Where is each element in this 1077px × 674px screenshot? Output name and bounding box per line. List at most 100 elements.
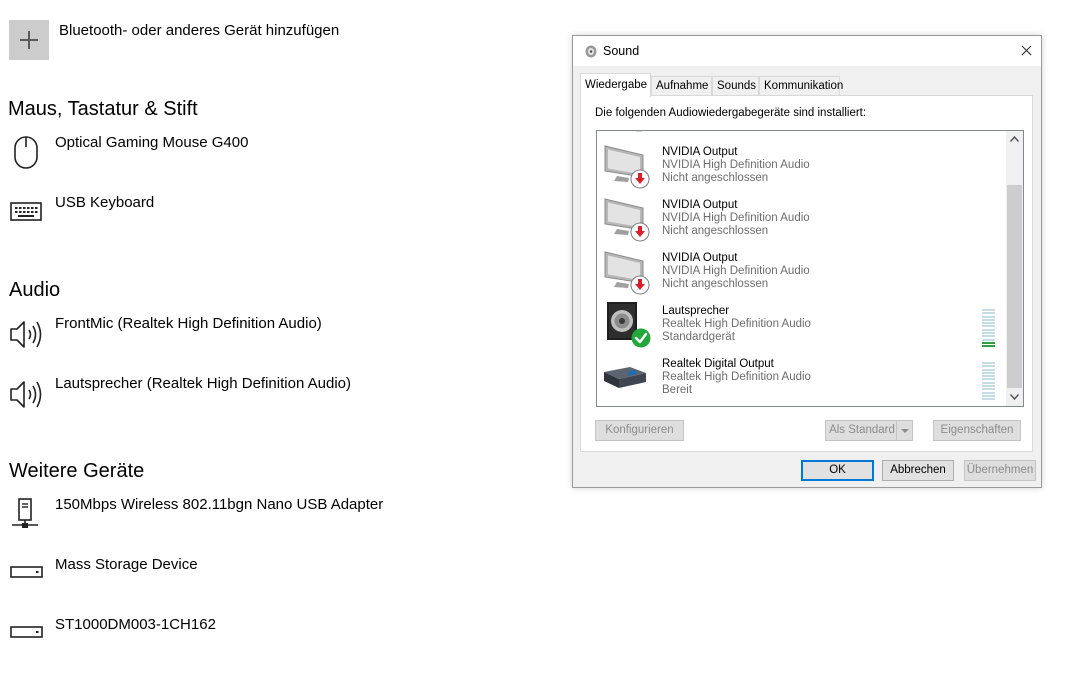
device-name: ST1000DM003-1CH162 — [55, 616, 216, 633]
audio-device-name: Realtek Digital Output — [662, 358, 774, 370]
audio-device-row[interactable]: NVIDIA Output NVIDIA High Definition Aud… — [597, 143, 1007, 196]
audio-device-driver: Realtek High Definition Audio — [662, 318, 811, 330]
sound-dialog: Sound Wiedergabe Aufnahme Sounds Kommuni… — [572, 35, 1042, 488]
meter-segment — [982, 332, 995, 335]
meter-segment — [982, 338, 995, 341]
digital-output-icon — [603, 355, 651, 403]
scroll-down-arrow-icon[interactable] — [1006, 389, 1023, 406]
apply-button[interactable]: Übernehmen — [964, 460, 1036, 481]
network-adapter-icon — [8, 498, 44, 538]
tab-kommunikation[interactable]: Kommunikation — [759, 76, 843, 95]
volume-level-meter — [982, 309, 995, 349]
meter-segment — [982, 318, 995, 321]
audio-device-row[interactable]: Lautsprecher Realtek High Definition Aud… — [597, 302, 1007, 355]
audio-device-name: Lautsprecher — [662, 305, 730, 317]
audio-device-driver: NVIDIA High Definition Audio — [662, 159, 810, 171]
disconnected-badge — [630, 275, 650, 295]
panel-label: Die folgenden Audiowiedergabegeräte sind… — [595, 107, 867, 119]
meter-segment — [982, 388, 995, 391]
audio-device-status: Standardgerät — [662, 331, 735, 343]
speaker-icon — [8, 317, 44, 357]
tab-aufnahme[interactable]: Aufnahme — [651, 76, 712, 95]
meter-segment — [982, 325, 995, 328]
add-device-label[interactable]: Bluetooth- oder anderes Gerät hinzufügen — [59, 22, 339, 39]
audio-device-driver: Realtek High Definition Audio — [662, 371, 811, 383]
meter-segment — [982, 345, 995, 348]
drive-icon — [8, 558, 44, 598]
meter-segment — [982, 362, 995, 364]
device-row-hdd[interactable]: ST1000DM003-1CH162 — [8, 616, 548, 658]
section-heading-other-devices: Weitere Geräte — [9, 460, 145, 482]
audio-device-name: NVIDIA Output — [662, 252, 738, 264]
meter-segment — [982, 394, 995, 397]
mouse-icon — [8, 136, 44, 176]
chevron-down-icon[interactable] — [896, 421, 912, 440]
ok-button[interactable]: OK — [801, 460, 874, 481]
device-row-mouse[interactable]: Optical Gaming Mouse G400 — [8, 134, 548, 176]
set-default-button[interactable]: Als Standard — [825, 420, 913, 441]
device-row-frontmic[interactable]: FrontMic (Realtek High Definition Audio) — [8, 315, 548, 357]
dialog-titlebar[interactable]: Sound — [573, 36, 1041, 66]
sound-speaker-icon — [583, 43, 599, 59]
section-heading-input-devices: Maus, Tastatur & Stift — [8, 98, 198, 120]
monitor-icon — [603, 196, 651, 244]
device-name: Mass Storage Device — [55, 556, 198, 573]
meter-segment — [982, 309, 995, 311]
device-name: 150Mbps Wireless 802.11bgn Nano USB Adap… — [55, 496, 384, 513]
audio-device-driver: NVIDIA High Definition Audio — [662, 212, 810, 224]
meter-segment — [982, 315, 995, 318]
plus-icon[interactable] — [9, 20, 49, 60]
dialog-title: Sound — [603, 44, 640, 58]
device-list-scrollbar[interactable] — [1006, 131, 1023, 406]
keyboard-icon — [8, 196, 44, 236]
scroll-thumb[interactable] — [1007, 185, 1022, 388]
configure-button[interactable]: Konfigurieren — [595, 420, 684, 441]
meter-segment — [982, 322, 995, 325]
audio-device-name: NVIDIA Output — [662, 199, 738, 211]
meter-segment — [982, 398, 995, 401]
meter-segment — [982, 341, 995, 344]
audio-device-status: Nicht angeschlossen — [662, 278, 769, 290]
playback-panel: Die folgenden Audiowiedergabegeräte sind… — [580, 95, 1033, 452]
device-name: Optical Gaming Mouse G400 — [55, 134, 249, 151]
meter-segment — [982, 391, 995, 394]
volume-level-meter — [982, 362, 995, 402]
meter-segment — [982, 385, 995, 388]
close-icon[interactable] — [1011, 36, 1041, 66]
tab-sounds[interactable]: Sounds — [712, 76, 759, 95]
set-default-label: Als Standard — [829, 424, 895, 436]
meter-segment — [982, 328, 995, 331]
device-name: FrontMic (Realtek High Definition Audio) — [55, 315, 322, 332]
disconnected-badge — [630, 222, 650, 242]
audio-device-row[interactable]: NVIDIA Output NVIDIA High Definition Aud… — [597, 196, 1007, 249]
meter-segment — [982, 365, 995, 368]
meter-segment — [982, 335, 995, 338]
audio-device-status: Nicht angeschlossen — [662, 225, 769, 237]
section-heading-audio: Audio — [9, 279, 61, 301]
meter-segment — [982, 312, 995, 315]
device-row-wireless-adapter[interactable]: 150Mbps Wireless 802.11bgn Nano USB Adap… — [8, 496, 548, 538]
device-row-keyboard[interactable]: USB Keyboard — [8, 194, 548, 236]
audio-device-driver: NVIDIA High Definition Audio — [662, 265, 810, 277]
disconnected-badge — [630, 169, 650, 189]
device-row-mass-storage[interactable]: Mass Storage Device — [8, 556, 548, 598]
meter-segment — [982, 375, 995, 378]
device-row-lautsprecher[interactable]: Lautsprecher (Realtek High Definition Au… — [8, 375, 548, 417]
speaker-icon — [8, 377, 44, 417]
playback-device-list[interactable]: NVIDIA Output NVIDIA High Definition Aud… — [596, 130, 1024, 407]
scroll-up-arrow-icon[interactable] — [1006, 131, 1023, 148]
meter-segment — [982, 378, 995, 381]
drive-icon — [8, 618, 44, 658]
tab-wiedergabe[interactable]: Wiedergabe — [580, 73, 651, 97]
meter-segment — [982, 371, 995, 374]
properties-button[interactable]: Eigenschaften — [933, 420, 1021, 441]
audio-device-row[interactable]: NVIDIA Output NVIDIA High Definition Aud… — [597, 249, 1007, 302]
default-check-badge — [631, 328, 651, 348]
meter-segment — [982, 381, 995, 384]
audio-device-status: Nicht angeschlossen — [662, 172, 769, 184]
meter-segment — [982, 368, 995, 371]
speaker-device-icon — [603, 302, 651, 350]
cancel-button[interactable]: Abbrechen — [882, 460, 954, 481]
audio-device-status: Bereit — [662, 384, 693, 396]
audio-device-row[interactable]: Realtek Digital Output Realtek High Defi… — [597, 355, 1007, 406]
